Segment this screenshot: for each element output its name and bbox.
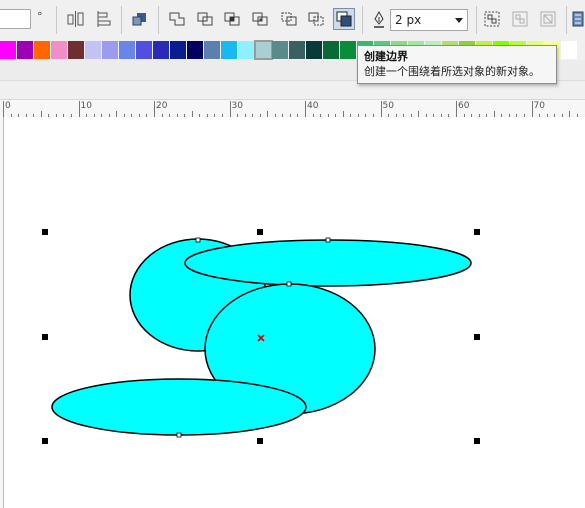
rotation-input[interactable] bbox=[0, 9, 31, 29]
selection-handle-left[interactable] bbox=[42, 334, 48, 340]
node-marker[interactable] bbox=[325, 237, 331, 243]
ruler-tick bbox=[229, 101, 231, 117]
node-marker[interactable] bbox=[195, 237, 201, 243]
weld-icon[interactable] bbox=[168, 10, 186, 28]
outline-width-select[interactable]: 2 px bbox=[390, 9, 468, 31]
ruler-label: 0 bbox=[5, 101, 11, 111]
selection-handle-bottom-left[interactable] bbox=[42, 438, 48, 444]
selection-handle-top-left[interactable] bbox=[42, 229, 48, 235]
palette-swatch[interactable] bbox=[51, 41, 68, 59]
ruler-tick bbox=[531, 101, 533, 117]
toolbar-separator bbox=[158, 6, 159, 34]
palette-swatch[interactable] bbox=[68, 41, 85, 59]
palette-swatch[interactable] bbox=[136, 41, 153, 59]
front-minus-back-icon[interactable] bbox=[280, 10, 298, 28]
back-minus-front-icon[interactable] bbox=[307, 10, 325, 28]
create-boundary-icon[interactable] bbox=[333, 8, 355, 30]
palette-swatch[interactable] bbox=[306, 41, 323, 59]
palette-swatch[interactable] bbox=[340, 41, 357, 59]
palette-swatch[interactable] bbox=[119, 41, 136, 59]
palette-swatch[interactable] bbox=[561, 41, 578, 59]
ungroup-all-icon[interactable] bbox=[539, 10, 557, 28]
property-toolbar: ° 2 px bbox=[0, 0, 585, 40]
outline-pen-icon[interactable] bbox=[372, 10, 386, 29]
palette-swatch[interactable] bbox=[323, 41, 340, 59]
palette-swatch[interactable] bbox=[170, 41, 187, 59]
node-marker[interactable] bbox=[176, 432, 182, 438]
palette-swatch[interactable] bbox=[34, 41, 51, 59]
palette-swatch[interactable] bbox=[187, 41, 204, 59]
rotation-unit-label: ° bbox=[37, 10, 43, 23]
tooltip-create-boundary: 创建边界 创建一个围绕着所选对象的新对象。 bbox=[357, 45, 557, 84]
tooltip-title: 创建边界 bbox=[364, 50, 408, 63]
toolbar-separator bbox=[362, 6, 363, 34]
palette-swatch[interactable] bbox=[102, 41, 119, 59]
selection-handle-top[interactable] bbox=[257, 229, 263, 235]
ruler-label: 40 bbox=[307, 101, 319, 111]
arrange-order-icon[interactable] bbox=[131, 10, 149, 28]
ellipse-wide-top[interactable] bbox=[184, 239, 472, 287]
ruler-label: 20 bbox=[156, 101, 168, 111]
ruler-label: 30 bbox=[231, 101, 243, 111]
ungroup-icon[interactable] bbox=[511, 10, 529, 28]
chevron-down-icon bbox=[455, 18, 463, 23]
toolbar-separator bbox=[476, 6, 477, 34]
simplify-icon[interactable] bbox=[251, 10, 269, 28]
selection-handle-right[interactable] bbox=[474, 334, 480, 340]
palette-swatch[interactable] bbox=[17, 41, 34, 59]
horizontal-ruler[interactable]: 0 10 20 30 40 50 60 70 bbox=[0, 99, 585, 118]
toolbar-separator bbox=[56, 6, 57, 34]
drawing-canvas[interactable] bbox=[4, 117, 585, 508]
intersect-icon[interactable] bbox=[223, 10, 241, 28]
palette-swatch[interactable] bbox=[0, 41, 17, 59]
palette-swatch[interactable] bbox=[238, 41, 255, 59]
palette-swatch[interactable] bbox=[289, 41, 306, 59]
toolbar-separator bbox=[566, 6, 567, 34]
palette-swatch[interactable] bbox=[221, 41, 238, 59]
ruler-label: 70 bbox=[533, 101, 545, 111]
ruler-tick bbox=[456, 101, 457, 117]
align-stack-icon[interactable] bbox=[94, 10, 112, 28]
tooltip-description: 创建一个围绕着所选对象的新对象。 bbox=[364, 65, 540, 78]
ruler-tick bbox=[3, 101, 4, 117]
drawing-svg bbox=[42, 229, 480, 444]
outline-width-value: 2 px bbox=[395, 13, 422, 27]
trim-icon[interactable] bbox=[196, 10, 214, 28]
ruler-label: 10 bbox=[80, 101, 92, 111]
ruler-tick bbox=[154, 101, 155, 117]
ruler-tick bbox=[305, 101, 306, 117]
palette-swatch[interactable] bbox=[204, 41, 221, 59]
group-icon[interactable] bbox=[483, 10, 501, 28]
palette-swatch[interactable] bbox=[153, 41, 170, 59]
ruler-tick bbox=[380, 101, 382, 117]
selection-handle-bottom-right[interactable] bbox=[474, 438, 480, 444]
ruler-tick bbox=[78, 101, 80, 117]
ruler-label: 50 bbox=[382, 101, 394, 111]
ruler-label: 60 bbox=[458, 101, 470, 111]
selection-handle-top-right[interactable] bbox=[474, 229, 480, 235]
palette-swatch[interactable] bbox=[272, 41, 289, 59]
selection-handle-bottom[interactable] bbox=[257, 438, 263, 444]
palette-swatch[interactable] bbox=[85, 41, 102, 59]
node-marker[interactable] bbox=[286, 281, 292, 287]
combine-icon[interactable] bbox=[572, 10, 585, 28]
ellipse-bottom[interactable] bbox=[51, 378, 307, 436]
align-distribute-icon[interactable] bbox=[67, 10, 85, 28]
toolbar-separator bbox=[121, 6, 122, 34]
palette-swatch[interactable] bbox=[254, 40, 273, 60]
